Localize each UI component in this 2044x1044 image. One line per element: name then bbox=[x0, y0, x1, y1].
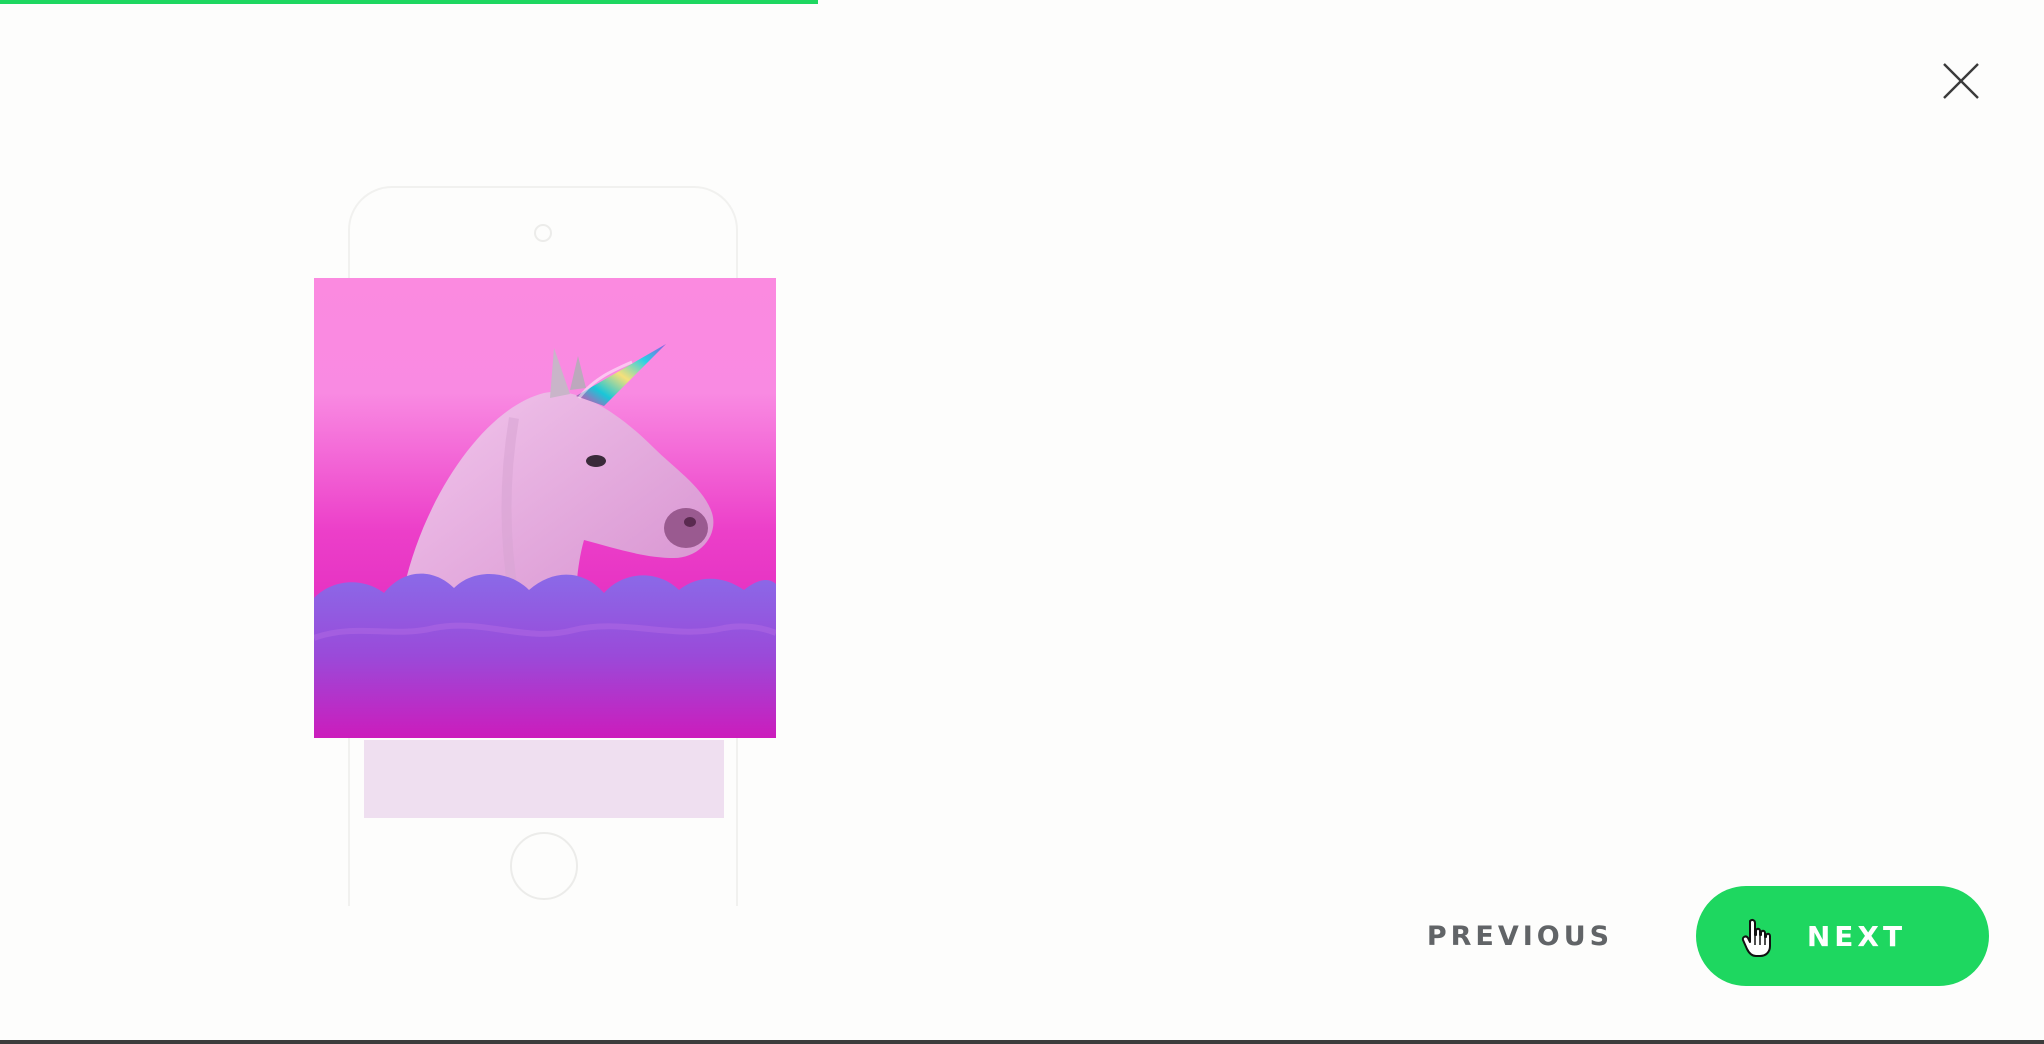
onboarding-page: PREVIOUS NEXT bbox=[0, 0, 2044, 1044]
unicorn-image bbox=[314, 278, 776, 738]
phone-camera bbox=[534, 224, 552, 242]
hand-pointer-icon bbox=[1740, 918, 1774, 958]
close-icon bbox=[1943, 63, 1979, 99]
progress-bar bbox=[0, 0, 818, 4]
phone-home-button bbox=[510, 832, 578, 900]
bottom-border bbox=[0, 1040, 2044, 1044]
close-button[interactable] bbox=[1940, 60, 1982, 102]
phone-screen-placeholder bbox=[364, 740, 724, 818]
next-button-label: NEXT bbox=[1806, 919, 1907, 953]
previous-button[interactable]: PREVIOUS bbox=[1420, 912, 1620, 960]
